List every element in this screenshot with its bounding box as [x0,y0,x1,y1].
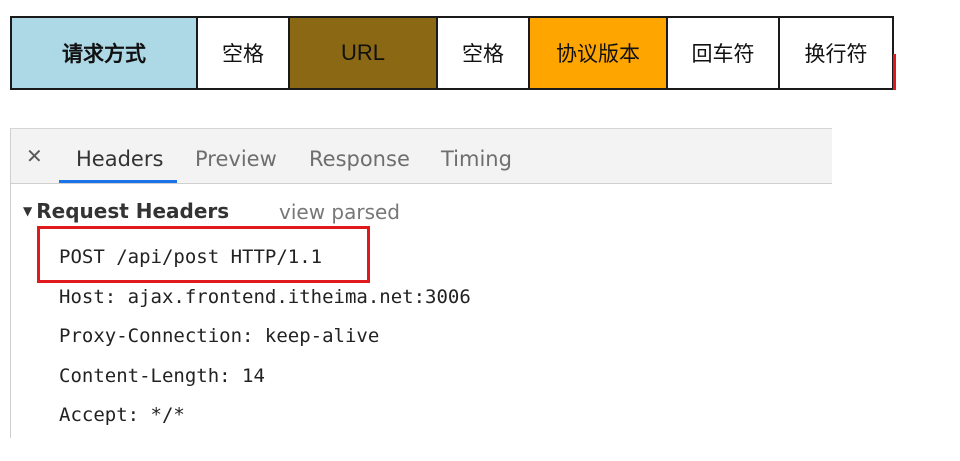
segment-space: 空格 [198,18,290,88]
tab-response[interactable]: Response [309,147,410,171]
segment-method: 请求方式 [12,18,198,88]
header-accept: Accept: */* [59,404,185,426]
view-parsed-link[interactable]: view parsed [279,200,400,224]
segment-protocol-version: 协议版本 [530,18,668,88]
active-tab-indicator [59,180,177,183]
header-proxy-connection: Proxy-Connection: keep-alive [59,325,380,347]
tab-timing[interactable]: Timing [441,147,512,171]
devtools-network-panel: ✕ Headers Preview Response Timing ▼ Requ… [10,128,832,438]
red-edge-mark [893,54,896,90]
header-host: Host: ajax.frontend.itheima.net:3006 [59,286,471,308]
close-icon[interactable]: ✕ [26,144,43,168]
tab-bar: ✕ Headers Preview Response Timing [11,129,832,184]
section-title: Request Headers [36,199,230,223]
tab-preview[interactable]: Preview [195,147,277,171]
segment-url: URL [290,18,438,88]
tab-headers[interactable]: Headers [76,147,163,171]
segment-carriage-return: 回车符 [668,18,780,88]
request-line: POST /api/post HTTP/1.1 [59,246,323,268]
request-line-diagram: 请求方式 空格 URL 空格 协议版本 回车符 换行符 [10,16,894,90]
segment-space: 空格 [438,18,530,88]
expand-triangle-icon: ▼ [23,204,33,218]
segment-line-feed: 换行符 [804,42,868,66]
header-content-length: Content-Length: 14 [59,365,265,387]
request-headers-toggle[interactable]: ▼ Request Headers [23,199,229,223]
